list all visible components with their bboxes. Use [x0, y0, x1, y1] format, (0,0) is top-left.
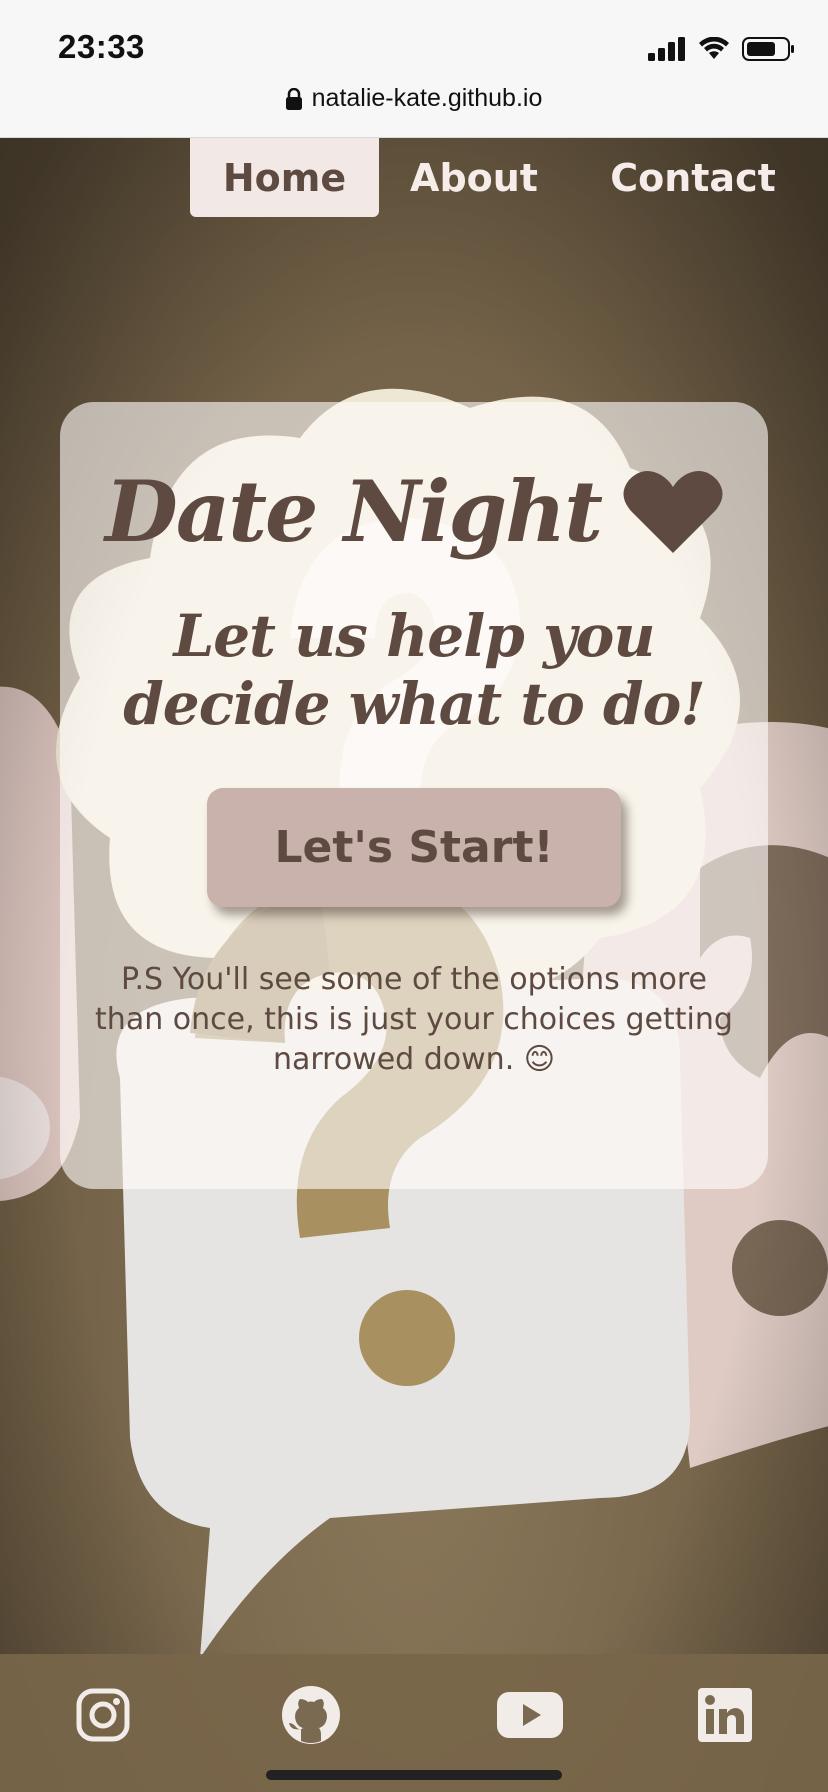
- home-indicator: [266, 1770, 562, 1780]
- status-icons: [648, 34, 796, 64]
- status-time: 23:33: [58, 28, 145, 65]
- nav-contact[interactable]: Contact: [593, 138, 793, 217]
- lock-icon: [285, 87, 302, 110]
- page-title: Date Night: [60, 462, 768, 561]
- github-icon[interactable]: [276, 1682, 346, 1748]
- heart-icon: [623, 470, 723, 553]
- footer: [0, 1654, 828, 1792]
- intro-card: Date Night Let us help you decide what t…: [60, 402, 768, 1189]
- main-nav: Home About Contact: [0, 138, 828, 218]
- info-note: P.S You'll see some of the options more …: [95, 962, 733, 1077]
- instagram-icon[interactable]: [68, 1682, 138, 1748]
- linkedin-icon[interactable]: [690, 1682, 760, 1748]
- signal-icon: [648, 37, 685, 61]
- youtube-icon[interactable]: [480, 1682, 580, 1748]
- browser-status-bar: 23:33 natalie-kate.github.io: [0, 0, 828, 138]
- nav-about[interactable]: About: [393, 138, 555, 217]
- url-text[interactable]: natalie-kate.github.io: [312, 84, 543, 113]
- url-bar[interactable]: natalie-kate.github.io: [0, 84, 828, 113]
- nav-home[interactable]: Home: [190, 138, 379, 217]
- battery-icon: [742, 37, 794, 61]
- title-text: Date Night: [104, 462, 603, 561]
- start-button[interactable]: Let's Start!: [207, 788, 621, 907]
- wifi-icon: [699, 37, 729, 59]
- page-subtitle: Let us help you decide what to do!: [123, 602, 705, 738]
